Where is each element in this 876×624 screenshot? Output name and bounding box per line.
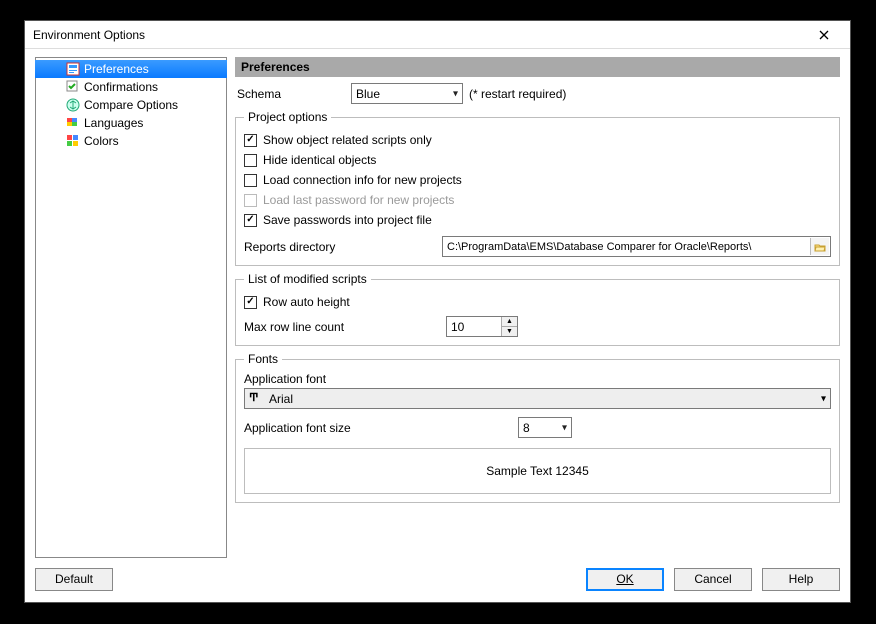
environment-options-dialog: Environment Options Preferences Confirma… (24, 20, 851, 603)
checkbox-label: Load last password for new projects (263, 193, 454, 207)
titlebar[interactable]: Environment Options (25, 21, 850, 49)
preferences-icon (66, 62, 80, 76)
checkbox-label: Load connection info for new projects (263, 173, 462, 187)
modified-scripts-legend: List of modified scripts (244, 272, 371, 286)
app-font-size-combo[interactable]: 8 ▾ (518, 417, 572, 438)
app-font-value: Arial (269, 392, 293, 406)
checkbox-label: Show object related scripts only (263, 133, 432, 147)
sidebar-item-label: Confirmations (84, 80, 158, 94)
browse-button[interactable] (810, 238, 829, 255)
sidebar-item-label: Colors (84, 134, 119, 148)
schema-combo[interactable]: Blue ▾ (351, 83, 463, 104)
checkbox-load-connection-info[interactable]: Load connection info for new projects (244, 170, 831, 190)
chevron-down-icon: ▾ (453, 88, 458, 99)
app-font-size-label: Application font size (244, 421, 512, 435)
checkbox-hide-identical[interactable]: Hide identical objects (244, 150, 831, 170)
panel-header: Preferences (235, 57, 840, 77)
help-button[interactable]: Help (762, 568, 840, 591)
project-options-group: Project options Show object related scri… (235, 110, 840, 266)
checkbox-label: Row auto height (263, 295, 350, 309)
checkbox-icon (244, 174, 257, 187)
close-icon (819, 30, 829, 40)
max-row-line-count-label: Max row line count (244, 320, 440, 334)
max-row-line-count-spinner[interactable]: 10 ▲ ▼ (446, 316, 518, 337)
sidebar-item-preferences[interactable]: Preferences (36, 60, 226, 78)
reports-dir-input[interactable]: C:\ProgramData\EMS\Database Comparer for… (442, 236, 831, 257)
checkbox-show-object-scripts[interactable]: Show object related scripts only (244, 130, 831, 150)
sidebar-item-languages[interactable]: Languages (36, 114, 226, 132)
checkbox-row-auto-height[interactable]: Row auto height (244, 292, 831, 312)
checkbox-label: Hide identical objects (263, 153, 376, 167)
colors-icon (66, 134, 80, 148)
dialog-footer: Default OK Cancel Help (35, 566, 840, 592)
sample-text: Sample Text 12345 (486, 464, 589, 478)
schema-label: Schema (237, 87, 345, 101)
reports-dir-value: C:\ProgramData\EMS\Database Comparer for… (447, 241, 751, 253)
sidebar-item-compare-options[interactable]: Compare Options (36, 96, 226, 114)
checkbox-icon (244, 296, 257, 309)
app-font-label: Application font (244, 372, 831, 386)
checkbox-icon (244, 134, 257, 147)
checkbox-icon (244, 154, 257, 167)
folder-open-icon (814, 241, 826, 253)
chevron-down-icon: ▾ (562, 422, 567, 433)
sidebar-item-label: Preferences (84, 62, 149, 76)
checkbox-load-last-password: Load last password for new projects (244, 190, 831, 210)
checkbox-icon (244, 194, 257, 207)
fonts-legend: Fonts (244, 352, 282, 366)
font-sample-box: Sample Text 12345 (244, 448, 831, 494)
checkbox-save-passwords[interactable]: Save passwords into project file (244, 210, 831, 230)
app-font-size-value: 8 (523, 421, 530, 435)
default-button[interactable]: Default (35, 568, 113, 591)
spinner-up-button[interactable]: ▲ (502, 317, 517, 327)
sidebar-item-confirmations[interactable]: Confirmations (36, 78, 226, 96)
main-panel: Preferences Schema Blue ▾ (* restart req… (235, 57, 840, 558)
window-title: Environment Options (33, 28, 804, 42)
svg-text:Ͳ: Ͳ (249, 392, 258, 403)
sidebar-item-label: Languages (84, 116, 143, 130)
languages-icon (66, 116, 80, 130)
confirmations-icon (66, 80, 80, 94)
sidebar-item-label: Compare Options (84, 98, 178, 112)
reports-dir-label: Reports directory (244, 240, 436, 254)
sidebar-item-colors[interactable]: Colors (36, 132, 226, 150)
schema-hint: (* restart required) (469, 87, 566, 101)
ok-button[interactable]: OK (586, 568, 664, 591)
checkbox-icon (244, 214, 257, 227)
checkbox-label: Save passwords into project file (263, 213, 432, 227)
fonts-group: Fonts Application font Ͳ Arial ▾ Applica… (235, 352, 840, 503)
close-button[interactable] (804, 24, 844, 46)
cancel-button[interactable]: Cancel (674, 568, 752, 591)
modified-scripts-group: List of modified scripts Row auto height… (235, 272, 840, 346)
project-options-legend: Project options (244, 110, 331, 124)
app-font-combo[interactable]: Ͳ Arial ▾ (244, 388, 831, 409)
spinner-down-button[interactable]: ▼ (502, 327, 517, 336)
compare-icon (66, 98, 80, 112)
chevron-down-icon: ▾ (821, 393, 826, 404)
font-glyph-icon: Ͳ (249, 391, 263, 406)
schema-value: Blue (356, 87, 380, 101)
spinner-value: 10 (451, 320, 464, 334)
sidebar-tree: Preferences Confirmations Compare Option… (35, 57, 227, 558)
